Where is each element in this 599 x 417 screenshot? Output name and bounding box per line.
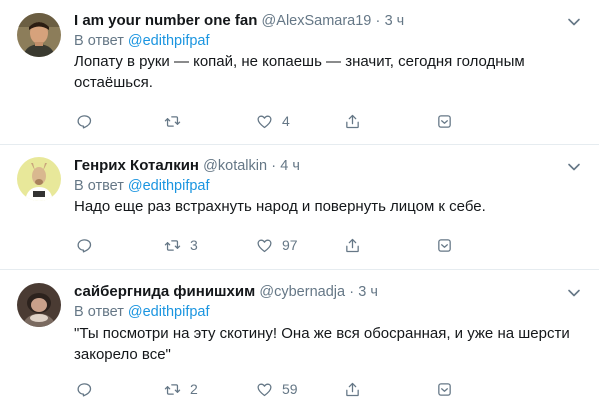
- retweet-icon: [164, 239, 181, 251]
- username[interactable]: @kotalkin: [203, 158, 267, 174]
- avatar[interactable]: [17, 157, 61, 201]
- chevron-down-icon[interactable]: [567, 15, 581, 29]
- tweet-actions: 3 97: [74, 235, 494, 255]
- separator: ·: [349, 284, 355, 300]
- mute-conversation-button[interactable]: [436, 379, 453, 399]
- reply-icon: [77, 382, 92, 397]
- mention-link[interactable]: @edithpifpaf: [128, 178, 210, 194]
- timestamp[interactable]: 3 ч: [358, 284, 378, 300]
- heart-icon: [257, 115, 272, 128]
- display-name[interactable]: I am your number one fan: [74, 12, 257, 29]
- reply-prefix: В ответ: [74, 304, 124, 320]
- reply-button[interactable]: [76, 379, 102, 399]
- tweet[interactable]: Генрих Коталкин @kotalkin · 4 ч В ответ …: [0, 145, 599, 270]
- heart-icon: [257, 383, 272, 396]
- separator: ·: [271, 158, 277, 174]
- timestamp[interactable]: 4 ч: [280, 158, 300, 174]
- share-button[interactable]: [344, 111, 361, 131]
- retweet-button[interactable]: 2: [164, 379, 198, 399]
- username[interactable]: @cybernadja: [259, 284, 345, 300]
- reply-context: В ответ @edithpifpaf: [74, 302, 210, 322]
- reply-icon: [77, 238, 92, 253]
- share-icon: [346, 114, 359, 128]
- heart-icon: [257, 239, 272, 252]
- avatar[interactable]: [17, 283, 61, 327]
- mute-conversation-icon: [438, 382, 451, 396]
- tweet[interactable]: сайбергнида финишхим @cybernadja · 3 ч В…: [0, 270, 599, 417]
- tweet-actions: 4: [74, 111, 494, 131]
- reply-prefix: В ответ: [74, 178, 124, 194]
- share-button[interactable]: [344, 235, 361, 255]
- tweet-text: Надо еще раз встрахнуть народ и повернут…: [74, 198, 486, 215]
- mute-conversation-icon: [438, 114, 451, 128]
- reply-context: В ответ @edithpifpaf: [74, 176, 210, 196]
- share-button[interactable]: [344, 379, 361, 399]
- like-count: 4: [282, 113, 290, 129]
- tweet-header: сайбергнида финишхим @cybernadja · 3 ч: [74, 282, 569, 302]
- retweet-button[interactable]: [164, 111, 190, 131]
- avatar[interactable]: [17, 13, 61, 57]
- tweet-header: Генрих Коталкин @kotalkin · 4 ч: [74, 156, 569, 176]
- chevron-down-icon[interactable]: [567, 160, 581, 174]
- mention-link[interactable]: @edithpifpaf: [128, 304, 210, 320]
- retweet-icon: [164, 115, 181, 127]
- retweet-count: 3: [190, 237, 198, 253]
- like-button[interactable]: 4: [256, 111, 290, 131]
- like-count: 97: [282, 237, 298, 253]
- like-button[interactable]: 59: [256, 379, 298, 399]
- retweet-button[interactable]: 3: [164, 235, 198, 255]
- mute-conversation-icon: [438, 238, 451, 252]
- tweet-text: "Ты посмотри на эту скотину! Она же вся …: [74, 325, 570, 363]
- separator: ·: [375, 13, 381, 29]
- like-count: 59: [282, 381, 298, 397]
- reply-button[interactable]: [76, 235, 102, 255]
- timestamp[interactable]: 3 ч: [385, 13, 405, 29]
- reply-prefix: В ответ: [74, 33, 124, 49]
- mute-conversation-button[interactable]: [436, 235, 453, 255]
- like-button[interactable]: 97: [256, 235, 298, 255]
- retweet-icon: [164, 383, 181, 395]
- reply-thread: I am your number one fan @AlexSamara19 ·…: [0, 0, 599, 417]
- display-name[interactable]: сайбергнида финишхим: [74, 283, 255, 300]
- tweet[interactable]: I am your number one fan @AlexSamara19 ·…: [0, 0, 599, 145]
- tweet-text: Лопату в руки — копай, не копаешь — знач…: [74, 53, 525, 91]
- reply-context: В ответ @edithpifpaf: [74, 31, 210, 51]
- display-name[interactable]: Генрих Коталкин: [74, 157, 199, 174]
- tweet-actions: 2 59: [74, 379, 494, 399]
- chevron-down-icon[interactable]: [567, 286, 581, 300]
- share-icon: [346, 238, 359, 252]
- tweet-header: I am your number one fan @AlexSamara19 ·…: [74, 11, 569, 31]
- username[interactable]: @AlexSamara19: [262, 13, 372, 29]
- mute-conversation-button[interactable]: [436, 111, 453, 131]
- reply-button[interactable]: [76, 111, 102, 131]
- reply-icon: [77, 114, 92, 129]
- retweet-count: 2: [190, 381, 198, 397]
- mention-link[interactable]: @edithpifpaf: [128, 33, 210, 49]
- share-icon: [346, 382, 359, 396]
